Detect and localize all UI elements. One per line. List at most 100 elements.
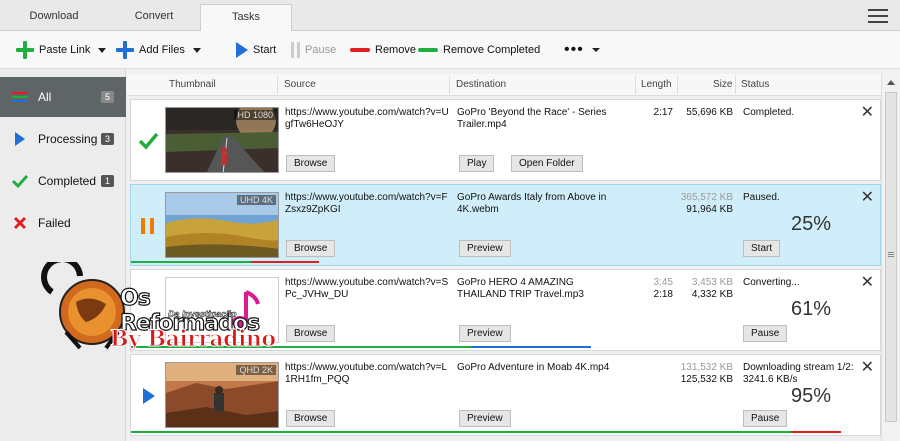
scroll-thumb[interactable] bbox=[885, 92, 897, 422]
more-dots-icon: ••• bbox=[564, 41, 584, 58]
remove-completed-button[interactable]: Remove Completed bbox=[418, 41, 540, 59]
progress-percent: 25% bbox=[790, 213, 831, 235]
pause-button[interactable]: Pause bbox=[291, 41, 336, 59]
size-value: 365,572 KB 91,964 KB bbox=[677, 192, 733, 216]
paste-link-button[interactable]: Paste Link bbox=[16, 41, 107, 59]
play-button[interactable]: Play bbox=[459, 155, 495, 172]
task-row[interactable]: HD 1080 https://www.youtube.com/watch?v=… bbox=[130, 99, 881, 181]
status-text: Paused. bbox=[743, 192, 780, 203]
col-thumbnail[interactable]: Thumbnail bbox=[169, 79, 216, 90]
add-files-button[interactable]: Add Files bbox=[116, 41, 201, 59]
progress-percent: 61% bbox=[790, 298, 831, 320]
sidebar-item-label: Processing bbox=[38, 132, 98, 146]
progress-bar-red bbox=[791, 431, 841, 433]
x-icon bbox=[10, 215, 30, 231]
column-header: Thumbnail Source Destination Length Size… bbox=[127, 74, 881, 96]
count-badge: 5 bbox=[100, 91, 114, 103]
chevron-down-icon[interactable] bbox=[98, 47, 107, 53]
col-size[interactable]: Size bbox=[713, 79, 732, 90]
destination-file: GoPro HERO 4 AMAZING THAILAND TRIP Trave… bbox=[457, 277, 584, 300]
pause-button[interactable]: Pause bbox=[743, 410, 788, 427]
more-button[interactable]: ••• bbox=[564, 41, 600, 59]
quality-badge: HD 1080 bbox=[234, 110, 276, 120]
chevron-down-icon[interactable] bbox=[192, 47, 201, 53]
watermark-subtitle: Da Investigação bbox=[168, 309, 237, 320]
size-value: 3,453 KB 4,332 KB bbox=[677, 277, 733, 301]
add-files-label: Add Files bbox=[139, 44, 185, 56]
status-text: Downloading stream 1/2: 3241.6 KB/s bbox=[743, 362, 854, 385]
tab-tasks[interactable]: Tasks bbox=[200, 4, 292, 31]
source-url: https://www.youtube.com/watch?v=FZsxz9Zp… bbox=[285, 192, 448, 215]
chevron-down-icon bbox=[591, 48, 600, 52]
browse-button[interactable]: Browse bbox=[286, 410, 336, 427]
sidebar-item-failed[interactable]: Failed bbox=[0, 203, 126, 243]
source-url: https://www.youtube.com/watch?v=L1RH1fm_… bbox=[285, 362, 448, 385]
destination-file: GoPro Adventure in Moab 4K.mp4 bbox=[457, 362, 610, 373]
remove-completed-line-icon bbox=[418, 48, 438, 52]
browse-button[interactable]: Browse bbox=[286, 325, 336, 342]
tab-download[interactable]: Download bbox=[0, 4, 108, 31]
close-icon[interactable]: ✕ bbox=[861, 272, 874, 292]
col-destination[interactable]: Destination bbox=[456, 79, 506, 90]
length-value: 3:45 2:18 bbox=[639, 277, 673, 301]
menu-icon[interactable] bbox=[868, 9, 888, 23]
sidebar-item-completed[interactable]: Completed 1 bbox=[0, 161, 126, 201]
task-row[interactable]: UHD 4K https://www.youtube.com/watch?v=F… bbox=[130, 184, 881, 266]
status-text: Completed. bbox=[743, 107, 795, 118]
size-value: 131,532 KB 125,532 KB bbox=[677, 362, 733, 386]
close-icon[interactable]: ✕ bbox=[861, 357, 874, 377]
sidebar: All 5 Processing 3 Completed 1 Failed bbox=[0, 69, 126, 441]
paste-link-label: Paste Link bbox=[39, 44, 91, 56]
status-text: Converting... bbox=[743, 277, 800, 288]
play-icon bbox=[236, 42, 248, 58]
progress-bar-blue bbox=[471, 346, 591, 348]
pause-icon bbox=[137, 215, 159, 237]
vertical-scrollbar[interactable] bbox=[881, 74, 900, 441]
check-icon bbox=[10, 173, 30, 189]
plus-icon bbox=[116, 41, 134, 59]
pause-button[interactable]: Pause bbox=[743, 325, 788, 342]
all-lines-icon bbox=[10, 89, 30, 105]
close-icon[interactable]: ✕ bbox=[861, 102, 874, 122]
open-folder-button[interactable]: Open Folder bbox=[511, 155, 583, 172]
col-source[interactable]: Source bbox=[284, 79, 316, 90]
browse-button[interactable]: Browse bbox=[286, 155, 336, 172]
size-done: 91,964 KB bbox=[686, 204, 733, 215]
scroll-up-icon[interactable] bbox=[887, 80, 895, 85]
col-status[interactable]: Status bbox=[741, 79, 769, 90]
watermark-logo: Os Reformados Da Investigação By Bairrad… bbox=[40, 262, 290, 362]
quality-badge: QHD 2K bbox=[236, 365, 276, 375]
video-thumbnail[interactable]: UHD 4K bbox=[165, 192, 279, 258]
sidebar-item-label: All bbox=[38, 90, 52, 104]
browse-button[interactable]: Browse bbox=[286, 240, 336, 257]
size-total: 3,453 KB bbox=[691, 277, 733, 288]
progress-bar-green bbox=[131, 431, 791, 433]
size-done: 4,332 KB bbox=[691, 289, 733, 300]
count-badge: 3 bbox=[100, 133, 114, 145]
watermark-signature: By Bairradino bbox=[110, 326, 277, 353]
task-row[interactable]: QHD 2K https://www.youtube.com/watch?v=L… bbox=[130, 354, 881, 436]
close-icon[interactable]: ✕ bbox=[861, 187, 874, 207]
plus-icon bbox=[16, 41, 34, 59]
tab-bar: Download Convert Tasks bbox=[0, 0, 900, 31]
sidebar-item-label: Failed bbox=[38, 216, 71, 230]
preview-button[interactable]: Preview bbox=[459, 240, 511, 257]
start-button[interactable]: Start bbox=[743, 240, 781, 257]
sidebar-item-all[interactable]: All 5 bbox=[0, 77, 126, 117]
preview-button[interactable]: Preview bbox=[459, 410, 511, 427]
remove-button[interactable]: Remove bbox=[350, 41, 416, 59]
col-length[interactable]: Length bbox=[641, 79, 672, 90]
remove-line-icon bbox=[350, 48, 370, 52]
size-total: 365,572 KB bbox=[680, 192, 733, 203]
play-icon bbox=[137, 385, 159, 407]
video-thumbnail[interactable]: HD 1080 bbox=[165, 107, 279, 173]
sidebar-item-label: Completed bbox=[38, 174, 97, 188]
tab-convert[interactable]: Convert bbox=[108, 4, 200, 31]
preview-button[interactable]: Preview bbox=[459, 325, 511, 342]
destination-file: GoPro 'Beyond the Race' - Series Trailer… bbox=[457, 107, 607, 130]
size-done: 125,532 KB bbox=[680, 374, 733, 385]
video-thumbnail[interactable]: QHD 2K bbox=[165, 362, 279, 428]
sidebar-item-processing[interactable]: Processing 3 bbox=[0, 119, 126, 159]
progress-percent: 95% bbox=[790, 385, 831, 407]
start-button[interactable]: Start bbox=[236, 41, 276, 59]
